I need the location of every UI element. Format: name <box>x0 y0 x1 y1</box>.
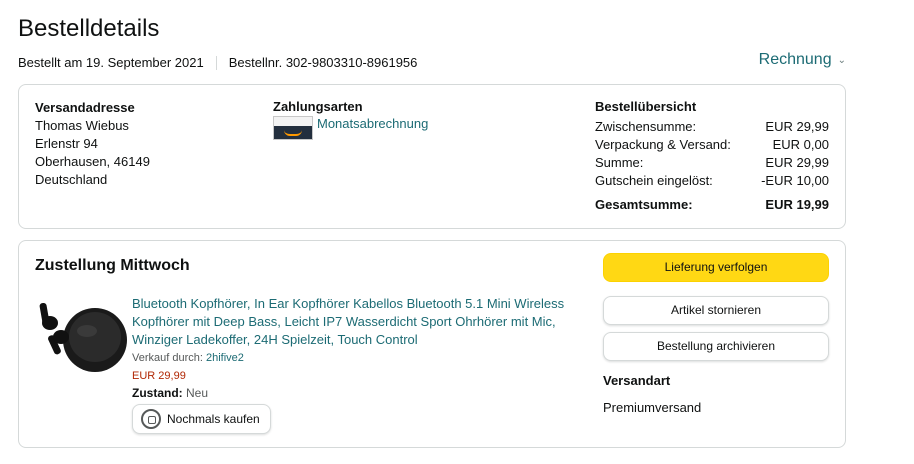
product-details: Bluetooth Kopfhörer, In Ear Kopfhörer Ka… <box>132 295 582 434</box>
seller-info: Verkauf durch: 2hifive2 <box>132 352 582 364</box>
summary-row: Zwischensumme: EUR 29,99 <box>595 118 829 136</box>
seller-link[interactable]: 2hifive2 <box>206 352 244 364</box>
summary-row: Gutschein eingelöst: -EUR 10,00 <box>595 172 829 190</box>
condition-value: Neu <box>186 386 209 400</box>
shipping-type-value: Premiumversand <box>603 400 702 415</box>
earbuds-product-image[interactable] <box>35 293 135 379</box>
address-street: Erlenstr 94 <box>35 136 98 151</box>
summary-label: Summe: <box>595 155 644 170</box>
invoice-dropdown[interactable]: Rechnung ⌄ <box>759 51 846 69</box>
payment-method-link[interactable]: Monatsabrechnung <box>317 116 428 131</box>
order-summary: Bestellübersicht Zwischensumme: EUR 29,9… <box>595 99 829 214</box>
summary-label: Gutschein eingelöst: <box>595 173 713 188</box>
summary-row: Summe: EUR 29,99 <box>595 154 829 172</box>
page-title: Bestelldetails <box>18 15 160 42</box>
item-price: EUR 29,99 <box>132 370 186 382</box>
address-name: Thomas Wiebus <box>35 118 129 133</box>
shipping-type-heading: Versandart <box>603 373 671 388</box>
delivery-card: Zustellung Mittwoch Bluetooth Kopfhörer,… <box>18 240 846 448</box>
address-city: Oberhausen, 46149 <box>35 154 150 169</box>
chevron-down-icon: ⌄ <box>837 54 846 66</box>
summary-value: EUR 29,99 <box>765 119 829 134</box>
summary-value: EUR 29,99 <box>765 155 829 170</box>
buy-again-label: Nochmals kaufen <box>167 412 260 426</box>
order-info-card: Versandadresse Thomas Wiebus Erlenstr 94… <box>18 84 846 229</box>
track-package-button[interactable]: Lieferung verfolgen <box>603 253 829 282</box>
payment-heading: Zahlungsarten <box>273 99 363 114</box>
buy-again-icon <box>141 409 161 429</box>
seller-prefix: Verkauf durch: <box>132 352 206 364</box>
cancel-item-button[interactable]: Artikel stornieren <box>603 296 829 325</box>
summary-value: -EUR 10,00 <box>761 173 829 188</box>
summary-value: EUR 0,00 <box>772 137 829 152</box>
order-meta: Bestellt am 19. September 2021 Bestellnr… <box>18 55 417 70</box>
meta-divider <box>215 55 217 70</box>
total-label: Gesamtsumme: <box>595 197 693 212</box>
payment-methods: Zahlungsarten Monatsabrechnung <box>273 99 428 140</box>
archive-order-button[interactable]: Bestellung archivieren <box>603 332 829 361</box>
summary-label: Verpackung & Versand: <box>595 137 731 152</box>
order-actions: Lieferung verfolgen Artikel stornieren B… <box>603 253 829 415</box>
address-country: Deutschland <box>35 172 108 187</box>
order-date: Bestellt am 19. September 2021 <box>18 55 204 70</box>
shipping-address: Versandadresse Thomas Wiebus Erlenstr 94… <box>35 99 150 189</box>
invoice-label: Rechnung <box>758 51 832 68</box>
summary-total-row: Gesamtsumme: EUR 19,99 <box>595 196 829 214</box>
summary-label: Zwischensumme: <box>595 119 697 134</box>
amazon-card-icon <box>273 116 313 140</box>
buy-again-button[interactable]: Nochmals kaufen <box>132 404 271 434</box>
shipping-address-heading: Versandadresse <box>35 100 135 115</box>
payment-method-row: Monatsabrechnung <box>273 116 428 140</box>
order-number: Bestellnr. 302-9803310-8961956 <box>228 55 418 70</box>
summary-row: Verpackung & Versand: EUR 0,00 <box>595 136 829 154</box>
item-condition: Zustand: Neu <box>132 386 582 400</box>
delivery-heading: Zustellung Mittwoch <box>35 257 190 274</box>
condition-label: Zustand: <box>132 386 183 400</box>
total-value: EUR 19,99 <box>765 197 829 212</box>
product-title-link[interactable]: Bluetooth Kopfhörer, In Ear Kopfhörer Ka… <box>132 295 582 349</box>
summary-heading: Bestellübersicht <box>595 99 697 114</box>
